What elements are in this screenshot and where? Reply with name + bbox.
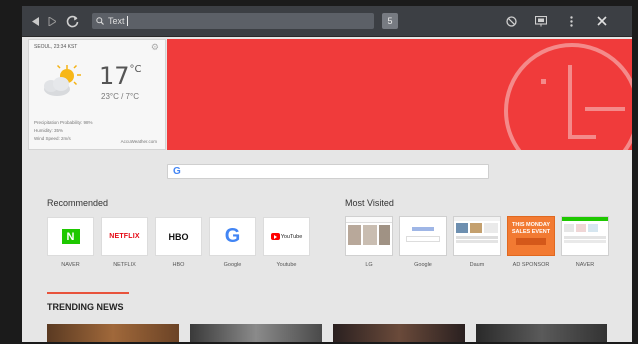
most-visited-label-ad-sponsor: AD SPONSOR xyxy=(512,262,550,268)
current-temperature: 17°C xyxy=(99,62,142,90)
most-visited-label-google: Google xyxy=(414,262,432,268)
recommended-tile-naver[interactable]: N xyxy=(47,217,94,256)
google-logo-icon: G xyxy=(224,225,241,247)
news-thumbnail[interactable] xyxy=(333,324,465,342)
hbo-logo-icon: HBO xyxy=(168,231,189,242)
recommended-tile-google[interactable]: G xyxy=(209,217,256,256)
weather-source: AccuWeather.com xyxy=(120,139,157,144)
wind-speed-text: Wind Speed: 2m/s xyxy=(34,136,71,141)
search-icon xyxy=(96,17,104,25)
tv-browser-screen: Text 5 SEOUL, 23:34 KST ⚙ 17°C 23°C / 7°… xyxy=(22,6,632,342)
url-text: Text xyxy=(108,16,125,26)
block-icon[interactable] xyxy=(504,12,518,30)
most-visited-tile-daum[interactable] xyxy=(453,216,501,256)
most-visited-label-lg: LG xyxy=(365,262,373,268)
text-caret xyxy=(126,16,128,26)
most-visited-tile-lg[interactable] xyxy=(345,216,393,256)
netflix-logo-icon: NETFLIX xyxy=(109,233,140,240)
most-visited-label-naver: NAVER xyxy=(575,262,595,268)
partly-cloudy-icon xyxy=(39,62,85,105)
ad-banner-text: THIS MONDAY SALES EVENT xyxy=(511,222,551,235)
lg-logo-icon xyxy=(504,43,632,150)
news-thumbnail[interactable] xyxy=(190,324,322,342)
recommended-label-hbo: HBO xyxy=(172,262,185,268)
humidity-text: Humidity: 35% xyxy=(34,128,64,133)
temperature-range: 23°C / 7°C xyxy=(101,92,139,101)
most-visited-tile-google[interactable] xyxy=(399,216,447,256)
recommended-tile-netflix[interactable]: NETFLIX xyxy=(101,217,148,256)
weather-widget[interactable]: SEOUL, 23:34 KST ⚙ 17°C 23°C / 7°C Preci… xyxy=(28,39,166,150)
recommended-label-youtube: Youtube xyxy=(276,262,297,268)
url-bar[interactable]: Text xyxy=(92,13,374,29)
close-icon[interactable] xyxy=(595,12,609,30)
lg-banner[interactable] xyxy=(167,39,632,150)
most-visited-heading: Most Visited xyxy=(345,198,394,208)
recommended-tile-youtube[interactable]: YouTube xyxy=(263,217,310,256)
google-g-icon: G xyxy=(173,166,181,177)
settings-gear-icon[interactable]: ⚙ xyxy=(151,42,159,53)
news-thumbnail[interactable] xyxy=(476,324,607,342)
most-visited-tile-ad-sponsor[interactable]: THIS MONDAY SALES EVENT xyxy=(507,216,555,256)
tab-count-button[interactable]: 5 xyxy=(382,13,398,29)
most-visited-label-daum: Daum xyxy=(469,262,485,268)
google-search-input[interactable]: G xyxy=(167,164,489,179)
refresh-icon[interactable] xyxy=(64,12,80,30)
forward-icon[interactable] xyxy=(46,12,58,30)
more-menu-icon[interactable] xyxy=(566,12,576,30)
recommended-label-netflix: NETFLIX xyxy=(113,262,136,268)
temperature-unit: °C xyxy=(129,64,142,75)
temperature-value: 17 xyxy=(99,62,130,90)
most-visited-tile-naver[interactable] xyxy=(561,216,609,256)
recommended-heading: Recommended xyxy=(47,198,109,208)
section-divider xyxy=(47,292,129,294)
browser-toolbar: Text 5 xyxy=(22,6,632,37)
recommended-label-google: Google xyxy=(223,262,242,268)
naver-logo-icon: N xyxy=(61,229,80,244)
weather-location: SEOUL, 23:34 KST xyxy=(34,44,78,50)
recommended-label-naver: NAVER xyxy=(61,262,80,268)
youtube-logo-icon: YouTube xyxy=(270,233,303,240)
bookmark-screen-icon[interactable] xyxy=(534,12,548,30)
recommended-tile-hbo[interactable]: HBO xyxy=(155,217,202,256)
trending-news-heading: TRENDING NEWS xyxy=(47,302,124,312)
news-thumbnail[interactable] xyxy=(47,324,179,342)
back-icon[interactable] xyxy=(30,12,42,30)
precipitation-text: Precipitation Probability: 98% xyxy=(34,120,93,125)
youtube-wordmark: YouTube xyxy=(280,233,303,240)
